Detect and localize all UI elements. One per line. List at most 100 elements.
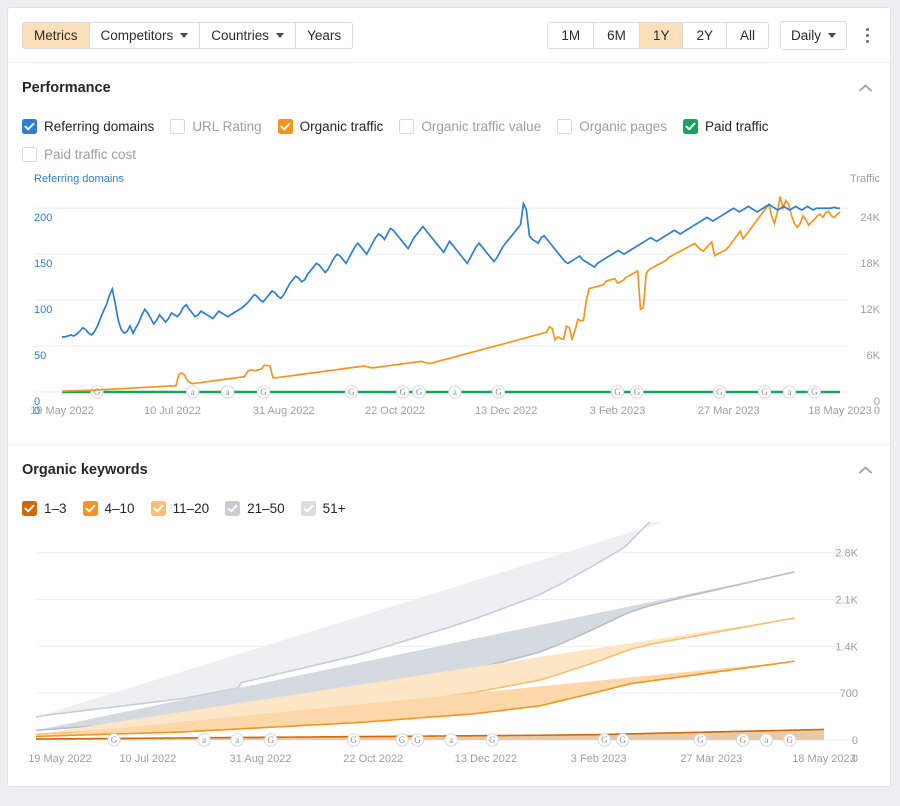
performance-header: Performance (8, 63, 890, 99)
checkbox-checked-icon[interactable] (22, 118, 37, 134)
range-2y[interactable]: 2Y (683, 22, 727, 48)
bucket-51[interactable]: 51+ (300, 494, 346, 522)
svg-text:24K: 24K (860, 212, 880, 224)
event-marker-G[interactable]: G (107, 733, 121, 747)
event-marker-G[interactable]: G (491, 385, 506, 399)
checkbox-unchecked-icon[interactable] (557, 118, 573, 134)
svg-text:G: G (260, 387, 267, 397)
event-marker-a[interactable]: a (186, 385, 200, 399)
event-marker-G[interactable]: G (693, 733, 708, 747)
event-marker-G[interactable]: G (615, 733, 630, 747)
bucket-11-20[interactable]: 11–20 (150, 494, 209, 522)
checkbox-unchecked-icon[interactable] (22, 146, 37, 162)
toolbar: Metrics Competitors Countries Years 1M 6M 1Y 2… (8, 8, 890, 63)
event-marker-G[interactable]: G (712, 385, 727, 399)
svg-text:2.8K: 2.8K (835, 548, 858, 560)
tab-metrics[interactable]: Metrics (23, 22, 90, 48)
bucket-21-50[interactable]: 21–50 (225, 494, 285, 522)
metric-url-rating[interactable]: URL Rating (170, 112, 262, 140)
bucket-4-10[interactable]: 4–10 (82, 494, 135, 522)
event-marker-G[interactable]: G (630, 385, 644, 399)
range-1y[interactable]: 1Y (639, 22, 684, 48)
checkbox-checked-icon[interactable] (150, 500, 166, 516)
event-marker-G[interactable]: G (344, 385, 359, 399)
performance-chart-svg: Referring domains Traffic 0 50 100 150 200 0 6K 1… (30, 173, 880, 417)
event-marker-a[interactable]: a (221, 385, 235, 399)
granularity-dropdown[interactable]: Daily (779, 20, 847, 50)
svg-text:150: 150 (34, 258, 52, 270)
event-marker-G[interactable]: G (395, 733, 409, 747)
event-marker-a[interactable]: a (759, 733, 774, 747)
event-marker-a[interactable]: a (230, 733, 244, 747)
chevron-up-icon-performance[interactable] (854, 77, 876, 99)
organic-keywords-chart-svg: 07001.4K2.1K2.8KG a a G G G Ga G G G G Ga G19 May 20… (28, 522, 859, 765)
svg-text:G: G (495, 387, 502, 397)
time-range-selector[interactable]: 1M 6M 1Y 2Y All (547, 21, 769, 49)
svg-text:31 Aug 2022: 31 Aug 2022 (230, 753, 292, 765)
event-marker-G[interactable]: G (412, 385, 426, 399)
checkbox-checked-icon[interactable] (225, 500, 241, 516)
svg-text:a: a (449, 735, 453, 745)
event-marker-G[interactable]: G (410, 733, 425, 747)
svg-text:19 May 2022: 19 May 2022 (28, 753, 92, 765)
range-all[interactable]: All (726, 22, 768, 48)
event-marker-G[interactable]: G (256, 385, 271, 399)
event-marker-G[interactable]: G (485, 733, 499, 747)
event-marker-G[interactable]: G (90, 385, 104, 399)
metric-paid-traffic-cost[interactable]: Paid traffic cost (22, 140, 136, 168)
checkbox-checked-icon[interactable] (300, 500, 316, 516)
checkbox-checked-icon[interactable] (277, 118, 293, 134)
metric-organic-traffic[interactable]: Organic traffic (277, 112, 383, 140)
performance-metric-legend[interactable]: Referring domains URL Rating Organic traff… (8, 99, 890, 168)
checkbox-checked-icon[interactable] (683, 118, 699, 134)
event-marker-G[interactable]: G (610, 385, 625, 399)
event-marker-G[interactable]: G (346, 733, 361, 747)
tab-countries[interactable]: Countries (200, 22, 297, 48)
svg-text:G: G (400, 387, 407, 397)
event-marker-G[interactable]: G (783, 733, 797, 747)
svg-text:G: G (740, 735, 747, 745)
svg-text:700: 700 (840, 688, 858, 700)
svg-text:G: G (811, 387, 818, 397)
metric-paid-traffic[interactable]: Paid traffic (683, 112, 769, 140)
checkbox-checked-icon[interactable] (22, 500, 37, 516)
svg-text:27 Mar 2023: 27 Mar 2023 (698, 405, 760, 417)
event-marker-G[interactable]: G (736, 733, 750, 747)
svg-text:a: a (787, 387, 791, 397)
event-marker-G[interactable]: G (264, 733, 278, 747)
legend-label: Paid traffic (705, 118, 769, 134)
kebab-menu-icon[interactable] (858, 23, 876, 47)
checkbox-unchecked-icon[interactable] (170, 118, 186, 134)
metric-referring-domains[interactable]: Referring domains (22, 112, 154, 140)
view-tabs[interactable]: Metrics Competitors Countries Years (22, 21, 354, 49)
svg-text:G: G (601, 735, 608, 745)
chevron-up-icon-keywords[interactable] (854, 459, 876, 481)
legend-label: 21–50 (247, 500, 285, 516)
event-marker-G[interactable]: G (597, 733, 612, 747)
svg-text:18K: 18K (860, 258, 880, 270)
svg-text:a: a (202, 735, 206, 745)
event-marker-G[interactable]: G (807, 385, 822, 399)
event-marker-G[interactable]: G (757, 385, 772, 399)
chevron-down-icon (828, 32, 836, 38)
range-6m[interactable]: 6M (594, 22, 640, 48)
organic-keywords-legend[interactable]: 1–3 4–10 11–20 21–50 51+ (8, 481, 890, 522)
tab-competitors[interactable]: Competitors (89, 22, 201, 48)
svg-text:0: 0 (852, 735, 858, 747)
metric-organic-pages[interactable]: Organic pages (557, 112, 667, 140)
metric-organic-traffic-value[interactable]: Organic traffic value (399, 112, 541, 140)
checkbox-unchecked-icon[interactable] (399, 118, 415, 134)
tab-years[interactable]: Years (296, 22, 353, 48)
svg-text:31 Aug 2022: 31 Aug 2022 (253, 405, 315, 417)
bucket-1-3[interactable]: 1–3 (22, 494, 67, 522)
svg-text:G: G (619, 735, 626, 745)
event-marker-a[interactable]: a (448, 385, 462, 399)
event-marker-a[interactable]: a (444, 733, 458, 747)
checkbox-checked-icon[interactable] (82, 500, 98, 516)
range-1m[interactable]: 1M (548, 22, 595, 48)
event-marker-G[interactable]: G (396, 385, 410, 399)
svg-text:G: G (614, 387, 621, 397)
event-marker-a[interactable]: a (782, 385, 797, 399)
tab-label: Competitors (100, 27, 174, 43)
event-marker-a[interactable]: a (197, 733, 211, 747)
